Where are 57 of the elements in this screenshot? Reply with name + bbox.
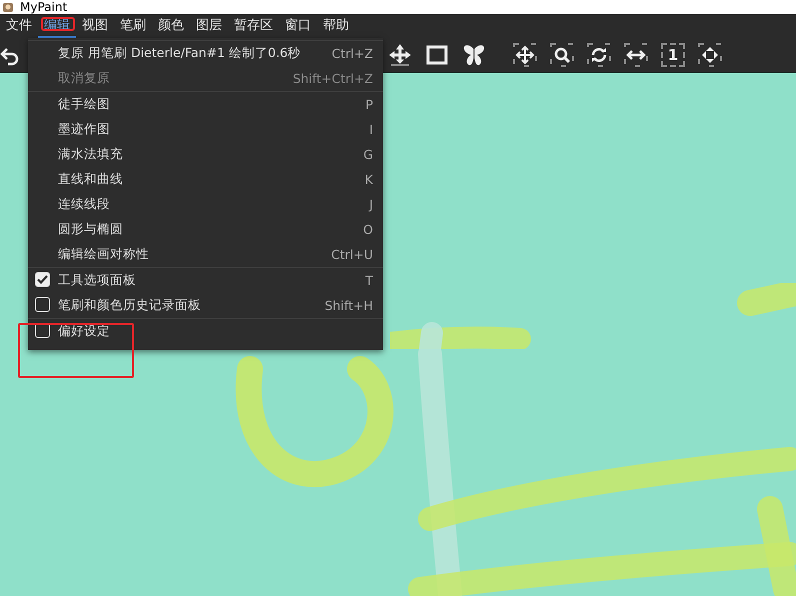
menu-entry-label: 工具选项面板 — [58, 272, 137, 289]
menu-entry-label: 徒手绘图 — [58, 96, 111, 113]
menu-entry-label: 笔刷和颜色历史记录面板 — [58, 297, 202, 314]
zoom-icon[interactable] — [550, 43, 574, 67]
shortcut-text: Shift+H — [324, 298, 373, 313]
butterfly-icon[interactable] — [462, 43, 486, 67]
menu-item[interactable]: 视图 — [76, 14, 114, 38]
shortcut-text: O — [363, 222, 373, 237]
menu-entry-label: 满水法填充 — [58, 146, 124, 163]
shortcut-text: G — [363, 147, 373, 162]
menu-entry[interactable]: 偏好设定 — [28, 319, 383, 344]
checkbox[interactable] — [35, 297, 50, 312]
fit-width-icon[interactable] — [624, 43, 648, 67]
fullscreen-icon[interactable] — [698, 43, 722, 67]
menu-item[interactable]: 颜色 — [152, 14, 190, 38]
checkmark-icon — [37, 275, 48, 284]
shortcut-text: Shift+Ctrl+Z — [292, 71, 373, 86]
rotate-icon[interactable] — [587, 43, 611, 67]
menu-item[interactable]: 帮助 — [317, 14, 355, 38]
menu-entry-label: 取消复原 — [58, 70, 111, 87]
menu-entry-label: 编辑绘画对称性 — [58, 246, 150, 263]
menu-entry-label: 墨迹作图 — [58, 121, 111, 138]
app-logo-icon — [2, 1, 14, 13]
menu-entry-label: 连续线段 — [58, 196, 111, 213]
reset-zoom-button[interactable]: 1 — [661, 43, 685, 67]
move-icon[interactable] — [513, 43, 537, 67]
shortcut-text: J — [369, 197, 373, 212]
pan-icon[interactable] — [388, 43, 412, 67]
menu-entry-label: 圆形与椭圆 — [58, 221, 124, 238]
menu-entry-label: 偏好设定 — [58, 323, 111, 340]
menu-item[interactable]: 图层 — [190, 14, 228, 38]
menu-item[interactable]: 暂存区 — [228, 14, 279, 38]
menu-entry[interactable]: 墨迹作图 I — [28, 117, 383, 142]
menu-entry-label: 复原 用笔刷 Dieterle/Fan#1 绘制了0.6秒 — [58, 45, 302, 62]
window-title: MyPaint — [20, 0, 68, 14]
menu-entry[interactable]: 圆形与椭圆 O — [28, 217, 383, 242]
shortcut-text: Ctrl+Z — [332, 46, 373, 61]
shortcut-text: Ctrl+U — [331, 247, 373, 262]
menu-item[interactable]: 文件 — [0, 14, 38, 38]
menu-entry[interactable]: 笔刷和颜色历史记录面板 Shift+H — [28, 293, 383, 318]
shortcut-text: I — [369, 122, 373, 137]
menu-entry[interactable]: 编辑绘画对称性 Ctrl+U — [28, 242, 383, 267]
menu-entry[interactable]: 复原 用笔刷 Dieterle/Fan#1 绘制了0.6秒 Ctrl+Z — [28, 41, 383, 66]
menu-entry[interactable]: 连续线段 J — [28, 192, 383, 217]
menu-item[interactable]: 笔刷 — [114, 14, 152, 38]
annotation-highlight — [41, 17, 75, 31]
shortcut-text: K — [364, 172, 373, 187]
menu-entry[interactable]: 工具选项面板 T — [28, 268, 383, 293]
checkbox[interactable] — [35, 272, 50, 287]
frame-icon[interactable] — [425, 43, 449, 67]
shortcut-text: P — [365, 97, 373, 112]
menu-entry[interactable]: 满水法填充 G — [28, 142, 383, 167]
shortcut-text: T — [365, 273, 373, 288]
menu-entry[interactable]: 直线和曲线 K — [28, 167, 383, 192]
menu-item[interactable]: 窗口 — [279, 14, 317, 38]
menu-entry[interactable]: 徒手绘图 P — [28, 92, 383, 117]
menu-entry-label: 直线和曲线 — [58, 171, 124, 188]
